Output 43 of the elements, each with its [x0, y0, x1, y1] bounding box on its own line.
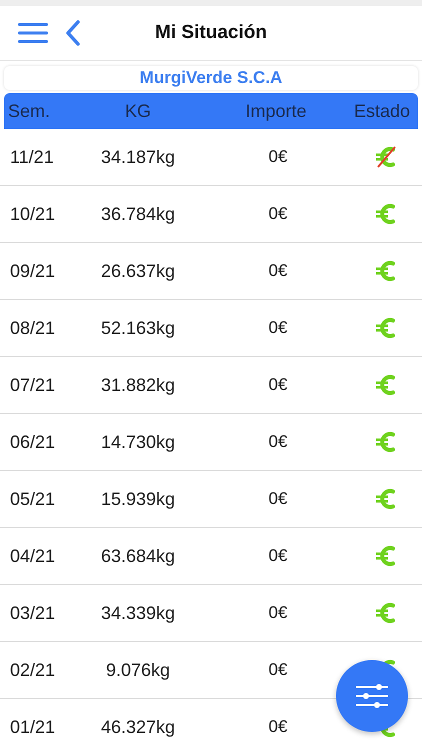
weight-cell: 34.339kg	[100, 602, 176, 624]
weight-cell: 31.882kg	[100, 374, 176, 396]
week-cell: 06/21	[10, 432, 56, 452]
amount-cell: 0€	[268, 489, 288, 509]
amount-cell: 0€	[268, 204, 288, 224]
menu-icon[interactable]	[18, 22, 48, 44]
weight-cell: 36.784kg	[100, 204, 176, 224]
week-cell: 02/21	[10, 660, 56, 680]
column-header: Sem.	[8, 100, 50, 122]
week-cell: 05/21	[10, 488, 56, 510]
column-header: Importe	[245, 100, 307, 122]
amount-cell: 0€	[268, 318, 288, 338]
amount-cell: 0€	[268, 261, 288, 281]
weight-cell: 15.939kg	[100, 488, 176, 510]
week-cell: 10/21	[10, 204, 56, 224]
back-icon[interactable]	[64, 19, 82, 47]
sliders-icon	[355, 683, 389, 709]
company-name: MurgiVerde S.C.A	[140, 68, 282, 88]
week-cell: 11/21	[10, 146, 54, 168]
amount-cell: 0€	[268, 375, 288, 395]
week-cell: 07/21	[10, 374, 56, 396]
weight-cell: 14.730kg	[100, 432, 176, 452]
week-cell: 08/21	[10, 318, 56, 338]
week-cell: 09/21	[10, 260, 56, 282]
page-title: Mi Situación	[155, 22, 267, 44]
week-cell: 04/21	[10, 546, 56, 566]
column-header: Estado	[354, 100, 410, 122]
amount-cell: 0€	[268, 147, 288, 167]
amount-cell: 0€	[268, 660, 288, 680]
weight-cell: 46.327kg	[100, 716, 176, 738]
amount-cell: 0€	[268, 603, 288, 623]
amount-cell: 0€	[268, 546, 288, 566]
amount-cell: 0€	[268, 432, 288, 452]
week-cell: 01/21	[10, 716, 56, 738]
week-cell: 03/21	[10, 602, 56, 624]
weight-cell: 34.187kg	[100, 146, 176, 168]
amount-cell: 0€	[268, 717, 288, 737]
weight-cell: 26.637kg	[100, 260, 176, 282]
weight-cell: 9.076kg	[106, 660, 170, 680]
filter-button[interactable]	[336, 660, 408, 732]
weight-cell: 63.684kg	[100, 546, 176, 566]
column-header: KG	[124, 100, 151, 122]
weight-cell: 52.163kg	[100, 318, 176, 338]
